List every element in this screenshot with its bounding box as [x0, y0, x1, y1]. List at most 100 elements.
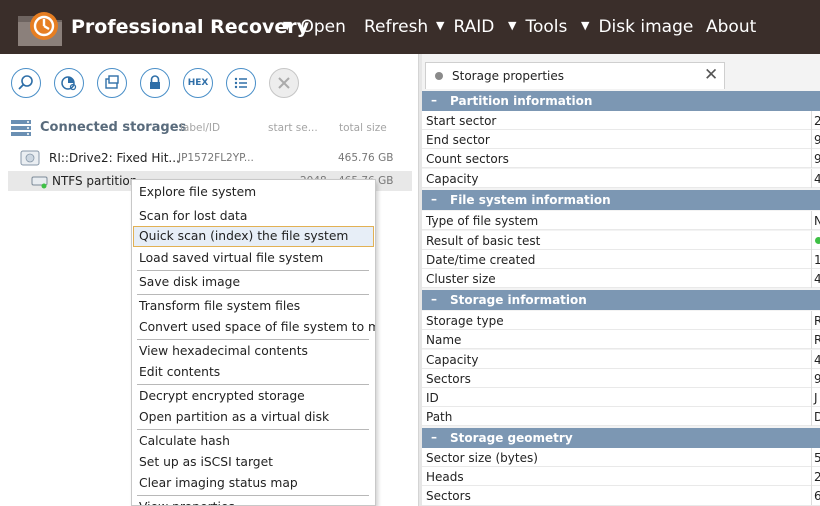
close-tab-icon[interactable]: ✕: [704, 65, 718, 85]
property-value: N: [814, 214, 820, 228]
menu-separator: [137, 339, 369, 340]
menu-item-transform-files[interactable]: Transform file system files: [133, 296, 374, 317]
menu-item-quick-scan[interactable]: Quick scan (index) the file system: [133, 226, 374, 247]
property-key: End sector: [426, 133, 490, 147]
column-divider: [811, 350, 812, 369]
storages-icon: [11, 120, 31, 136]
menu-item-clear-imaging-map[interactable]: Clear imaging status map: [133, 473, 374, 494]
property-key: Path: [426, 410, 453, 424]
storages-title: Connected storages: [40, 120, 187, 135]
menu-open[interactable]: ▼ Open: [283, 17, 346, 37]
storage-row-drive[interactable]: RI::Drive2: Fixed Hit... JP1572FL2YP... …: [8, 148, 412, 168]
list-icon: [234, 77, 247, 89]
hex-button[interactable]: HEX: [183, 68, 213, 98]
menu-raid-label: RAID: [453, 17, 495, 37]
app-logo-icon: [18, 12, 62, 46]
menu-item-save-disk-image[interactable]: Save disk image: [133, 272, 374, 293]
column-total-size[interactable]: total size: [339, 122, 387, 134]
property-row: Capacity 4: [422, 169, 820, 188]
property-value: J: [814, 391, 818, 405]
menu-disk-image[interactable]: ▼ Disk image: [581, 17, 693, 37]
property-row: Capacity 4: [422, 350, 820, 369]
lock-button[interactable]: [140, 68, 170, 98]
column-divider: [811, 486, 812, 505]
property-value: 9: [814, 372, 820, 386]
menu-separator: [137, 384, 369, 385]
close-storage-button[interactable]: [269, 68, 299, 98]
menu-item-view-hex[interactable]: View hexadecimal contents: [133, 341, 374, 362]
search-icon: [18, 75, 33, 90]
property-row: Result of basic test: [422, 231, 820, 250]
menu-tools[interactable]: ▼ Tools: [508, 17, 567, 37]
menu-item-edit-contents[interactable]: Edit contents: [133, 362, 374, 383]
menu-item-calculate-hash[interactable]: Calculate hash: [133, 431, 374, 452]
column-start-sector[interactable]: start se...: [268, 122, 318, 134]
list-button[interactable]: [226, 68, 256, 98]
title-bar: Professional Recovery ▼ Open Refresh ▼ RAI…: [0, 0, 820, 54]
property-key: Storage type: [426, 314, 504, 328]
menu-refresh[interactable]: Refresh: [364, 17, 428, 37]
storage-label: JP1572FL2YP...: [178, 152, 254, 164]
scan-icon: [61, 76, 77, 91]
column-divider: [811, 149, 812, 168]
scan-button[interactable]: [54, 68, 84, 98]
hex-icon: HEX: [187, 78, 209, 88]
property-key: Capacity: [426, 172, 479, 186]
status-ok-icon: [815, 237, 820, 244]
column-divider: [811, 407, 812, 426]
column-divider: [811, 231, 812, 250]
menu-about[interactable]: About: [706, 17, 756, 37]
explore-button[interactable]: [11, 68, 41, 98]
menu-tools-label: Tools: [525, 17, 568, 37]
tab-storage-properties[interactable]: Storage properties ✕: [425, 62, 725, 89]
property-key: Date/time created: [426, 253, 536, 267]
menu-item-decrypt-storage[interactable]: Decrypt encrypted storage: [133, 386, 374, 407]
menu-separator: [137, 429, 369, 430]
property-value: 4: [814, 172, 820, 186]
section-partition-information[interactable]: – Partition information: [422, 91, 820, 111]
property-value: 6: [814, 489, 820, 503]
collapse-icon: –: [431, 93, 437, 107]
menu-item-convert-to-mask[interactable]: Convert used space of file system to mas…: [133, 317, 375, 338]
menu-item-view-properties[interactable]: View properties: [133, 497, 374, 505]
menu-separator: [137, 495, 369, 496]
menu-separator: [137, 270, 369, 271]
column-divider: [811, 388, 812, 407]
property-row: Sector size (bytes) 5: [422, 448, 820, 467]
property-key: Heads: [426, 470, 464, 484]
partition-icon: [31, 176, 48, 189]
menu-raid[interactable]: ▼ RAID: [436, 17, 494, 37]
menu-separator: [137, 294, 369, 295]
property-row: Start sector 2: [422, 111, 820, 130]
column-divider: [811, 130, 812, 149]
property-row: Sectors 6: [422, 486, 820, 506]
menu-item-scan-lost-data[interactable]: Scan for lost data: [133, 206, 374, 227]
property-key: Name: [426, 333, 462, 347]
section-storage-information[interactable]: – Storage information: [422, 290, 820, 310]
property-row: Count sectors 9: [422, 149, 820, 168]
property-value: 9: [814, 133, 820, 147]
property-value: D: [814, 410, 820, 424]
section-file-system-information[interactable]: – File system information: [422, 190, 820, 210]
property-row: End sector 9: [422, 130, 820, 149]
menu-item-explore-file-system[interactable]: Explore file system: [133, 182, 374, 203]
column-divider: [811, 169, 812, 188]
property-row: Cluster size 4: [422, 269, 820, 288]
menu-item-open-virtual-disk[interactable]: Open partition as a virtual disk: [133, 407, 374, 428]
lock-icon: [150, 75, 160, 89]
property-key: Cluster size: [426, 272, 496, 286]
property-value: 2: [814, 470, 820, 484]
menu-item-load-virtual-fs[interactable]: Load saved virtual file system: [133, 248, 374, 269]
column-divider: [811, 311, 812, 330]
column-label-id[interactable]: label/ID: [180, 122, 220, 134]
files-button[interactable]: [97, 68, 127, 98]
property-row: Sectors 9: [422, 369, 820, 388]
menu-open-label: Open: [300, 17, 346, 37]
column-divider: [811, 467, 812, 486]
app-title: Professional Recovery: [71, 16, 310, 38]
property-key: Sectors: [426, 372, 471, 386]
property-key: ID: [426, 391, 439, 405]
section-storage-geometry[interactable]: – Storage geometry: [422, 428, 820, 448]
property-row: Path D: [422, 407, 820, 426]
menu-item-iscsi-target[interactable]: Set up as iSCSI target: [133, 452, 374, 473]
